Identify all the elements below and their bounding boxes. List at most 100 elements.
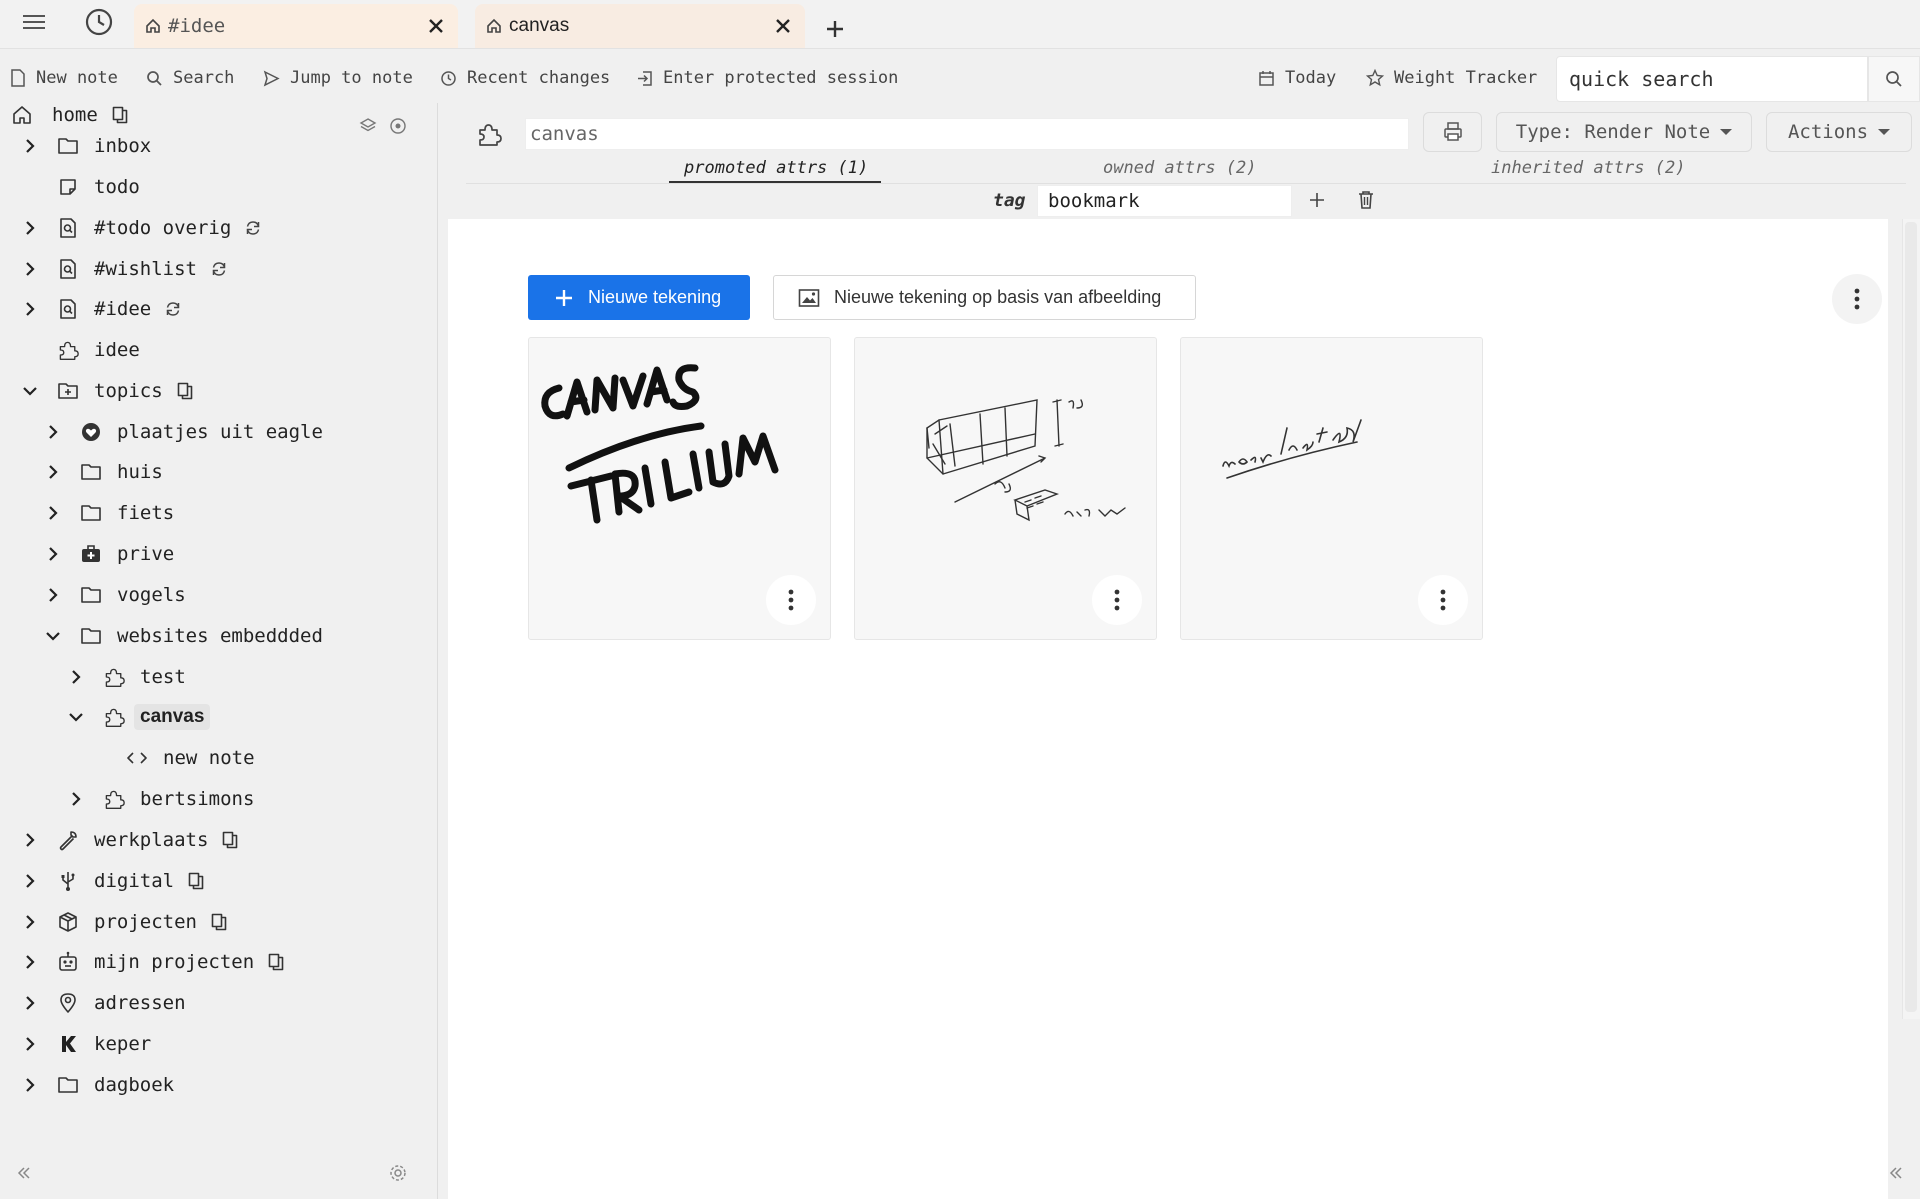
today-button[interactable]: Today bbox=[1258, 64, 1336, 92]
tree-item[interactable]: bertsimons bbox=[0, 782, 438, 816]
chevron-right-icon[interactable] bbox=[20, 218, 40, 238]
refresh-icon[interactable] bbox=[243, 218, 263, 238]
tree-item[interactable]: digital bbox=[0, 864, 438, 898]
card-menu-button[interactable] bbox=[766, 575, 816, 625]
collapse-right-pane-button[interactable] bbox=[1886, 1163, 1906, 1183]
delete-attribute-button[interactable] bbox=[1354, 188, 1378, 212]
chevron-right-icon[interactable] bbox=[20, 136, 40, 156]
main-menu-button[interactable] bbox=[18, 6, 50, 38]
quick-search-input[interactable]: quick search bbox=[1556, 56, 1868, 102]
history-button[interactable] bbox=[80, 6, 118, 38]
quick-search-button[interactable] bbox=[1868, 56, 1920, 102]
chevron-right-icon[interactable] bbox=[43, 585, 63, 605]
tree-item[interactable]: dagboek bbox=[0, 1068, 438, 1102]
tab-canvas[interactable]: canvas bbox=[475, 4, 805, 48]
more-options-button[interactable] bbox=[1832, 274, 1882, 324]
tree-item[interactable]: fiets bbox=[0, 496, 438, 530]
new-note-button[interactable]: New note bbox=[10, 64, 118, 92]
recent-changes-button[interactable]: Recent changes bbox=[440, 64, 610, 92]
chevron-right-icon[interactable] bbox=[20, 912, 40, 932]
tree-item[interactable]: idee bbox=[0, 333, 438, 367]
tree-item[interactable]: #idee bbox=[0, 292, 438, 326]
tag-attribute-input[interactable]: bookmark bbox=[1037, 185, 1292, 217]
tree-item[interactable]: adressen bbox=[0, 986, 438, 1020]
tab-owned-attributes[interactable]: owned attrs (2) bbox=[1103, 158, 1257, 182]
chevron-down-icon[interactable] bbox=[43, 626, 63, 646]
tree-item-label: idee bbox=[94, 339, 140, 361]
jump-to-note-button[interactable]: Jump to note bbox=[263, 64, 413, 92]
tree-item[interactable]: canvas bbox=[0, 700, 438, 734]
chevron-right-icon[interactable] bbox=[20, 993, 40, 1013]
drawing-card[interactable] bbox=[528, 337, 831, 640]
refresh-icon[interactable] bbox=[209, 259, 229, 279]
scrollbar-thumb[interactable] bbox=[1905, 222, 1917, 1012]
note-type-dropdown[interactable]: Type: Render Note bbox=[1496, 112, 1752, 152]
tree-item[interactable]: #todo overig bbox=[0, 211, 438, 245]
tree-item-label: projecten bbox=[94, 911, 197, 933]
refresh-icon[interactable] bbox=[163, 299, 183, 319]
tree-item[interactable]: mijn projecten bbox=[0, 945, 438, 979]
caret-down-icon bbox=[1720, 129, 1733, 135]
chevron-right-icon[interactable] bbox=[43, 462, 63, 482]
card-menu-button[interactable] bbox=[1092, 575, 1142, 625]
new-drawing-button[interactable]: Nieuwe tekening bbox=[528, 275, 750, 320]
tab-promoted-attributes[interactable]: promoted attrs (1) bbox=[684, 158, 868, 182]
add-attribute-button[interactable] bbox=[1305, 188, 1329, 212]
folder-icon bbox=[79, 583, 103, 607]
collapse-sidebar-button[interactable] bbox=[14, 1163, 34, 1183]
target-icon[interactable] bbox=[388, 116, 408, 136]
tree-item-label: bertsimons bbox=[140, 788, 255, 810]
tree-item[interactable]: topics bbox=[0, 374, 438, 408]
saved-search-icon bbox=[56, 257, 80, 281]
tree-item[interactable]: new note bbox=[0, 741, 438, 775]
print-button[interactable] bbox=[1423, 112, 1482, 152]
new-tab-button[interactable] bbox=[820, 14, 850, 44]
chevron-right-icon[interactable] bbox=[66, 789, 86, 809]
chevron-right-icon[interactable] bbox=[20, 871, 40, 891]
tree-item[interactable]: plaatjes uit eagle bbox=[0, 415, 438, 449]
tree-item[interactable]: vogels bbox=[0, 578, 438, 612]
card-menu-button[interactable] bbox=[1418, 575, 1468, 625]
tree-item[interactable]: werkplaats bbox=[0, 823, 438, 857]
drawing-card[interactable] bbox=[854, 337, 1157, 640]
folder-icon bbox=[56, 1073, 80, 1097]
file-icon bbox=[11, 69, 25, 87]
tree-item[interactable]: websites embeddded bbox=[0, 619, 438, 653]
tree-item-label: todo bbox=[94, 176, 140, 198]
chevron-right-icon[interactable] bbox=[43, 422, 63, 442]
layers-icon[interactable] bbox=[358, 116, 378, 136]
chevron-right-icon[interactable] bbox=[66, 667, 86, 687]
chevron-right-icon[interactable] bbox=[20, 259, 40, 279]
tree-item[interactable]: test bbox=[0, 660, 438, 694]
tree-item-label: digital bbox=[94, 870, 175, 892]
tree-item[interactable]: keper bbox=[0, 1027, 438, 1061]
chevron-right-icon[interactable] bbox=[20, 299, 40, 319]
note-title-input[interactable]: canvas bbox=[525, 118, 1409, 150]
chevron-right-icon[interactable] bbox=[20, 1075, 40, 1095]
tree-item[interactable]: huis bbox=[0, 455, 438, 489]
tab-idee[interactable]: #idee bbox=[134, 4, 458, 48]
protected-session-button[interactable]: Enter protected session bbox=[636, 64, 898, 92]
chevron-down-icon[interactable] bbox=[66, 707, 86, 727]
drawing-card[interactable] bbox=[1180, 337, 1483, 640]
actions-dropdown[interactable]: Actions bbox=[1766, 112, 1912, 152]
close-icon[interactable] bbox=[773, 16, 793, 36]
close-icon[interactable] bbox=[426, 16, 446, 36]
tree-item[interactable]: projecten bbox=[0, 905, 438, 939]
tree-item-label: huis bbox=[117, 461, 163, 483]
chevron-right-icon[interactable] bbox=[43, 503, 63, 523]
tree-item[interactable]: #wishlist bbox=[0, 252, 438, 286]
weight-tracker-button[interactable]: Weight Tracker bbox=[1366, 64, 1537, 92]
chevron-down-icon[interactable] bbox=[20, 381, 40, 401]
plus-icon bbox=[1310, 193, 1324, 207]
chevron-right-icon[interactable] bbox=[20, 830, 40, 850]
tree-item[interactable]: prive bbox=[0, 537, 438, 571]
chevron-right-icon[interactable] bbox=[43, 544, 63, 564]
tree-item[interactable]: todo bbox=[0, 170, 438, 204]
tab-inherited-attributes[interactable]: inherited attrs (2) bbox=[1491, 158, 1685, 182]
search-button[interactable]: Search bbox=[146, 64, 234, 92]
chevron-right-icon[interactable] bbox=[20, 1034, 40, 1054]
tree-settings-button[interactable] bbox=[388, 1163, 408, 1183]
chevron-right-icon[interactable] bbox=[20, 952, 40, 972]
new-drawing-from-image-button[interactable]: Nieuwe tekening op basis van afbeelding bbox=[773, 275, 1196, 320]
